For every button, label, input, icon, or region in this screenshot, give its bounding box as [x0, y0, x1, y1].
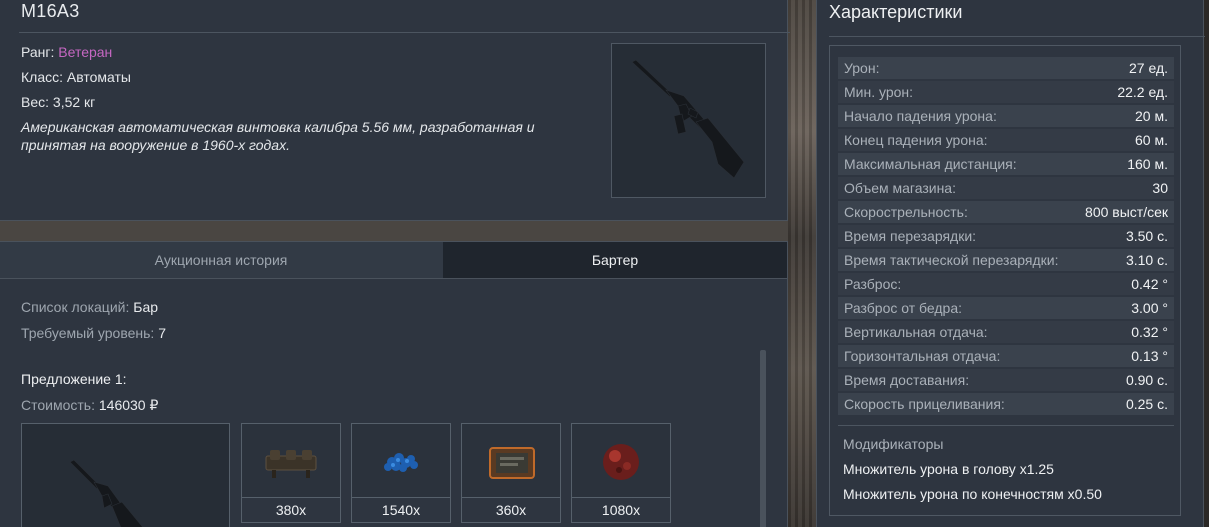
- item-info-panel: M16A3 Ранг: Ветеран Класс: Автоматы Вес:…: [0, 0, 790, 221]
- cost-label: Стоимость:: [21, 397, 95, 413]
- tab-barter[interactable]: Бартер: [443, 242, 787, 279]
- stat-row: Разброс от бедра: 3.00 °: [838, 297, 1174, 319]
- stat-row: Время доставания: 0.90 с.: [838, 369, 1174, 391]
- level-line: Требуемый уровень: 7: [21, 325, 166, 341]
- stat-label: Горизонтальная отдача:: [844, 348, 1001, 364]
- stat-label: Объем магазина:: [844, 180, 956, 196]
- stat-row: Объем магазина: 30: [838, 177, 1174, 199]
- barter-panel: Аукционная история Бартер Список локаций…: [0, 241, 788, 527]
- stat-label: Мин. урон:: [844, 84, 914, 100]
- cost-value: 146030 ₽: [98, 397, 159, 413]
- stat-value: 0.90 с.: [1125, 372, 1168, 388]
- stat-label: Скорострельность:: [844, 204, 968, 220]
- locations-line: Список локаций: Бар: [21, 299, 158, 315]
- stat-value: 30: [1152, 180, 1168, 196]
- stats-divider: [829, 36, 1205, 37]
- stat-value: 0.42 °: [1131, 276, 1168, 292]
- stat-value: 3.10 с.: [1125, 252, 1168, 268]
- stat-label: Разброс от бедра:: [844, 300, 962, 316]
- stat-value: 160 м.: [1127, 156, 1168, 172]
- stat-label: Разброс:: [844, 276, 902, 292]
- stat-row: Скорострельность: 800 выст/сек: [838, 201, 1174, 223]
- stat-row: Скорость прицеливания: 0.25 с.: [838, 393, 1174, 415]
- stat-value: 3.50 с.: [1125, 228, 1168, 244]
- barter-result-slot[interactable]: [21, 423, 230, 527]
- stat-label: Время тактической перезарядки:: [844, 252, 1059, 268]
- weight-line: Вес: 3,52 кг: [21, 94, 96, 110]
- tablet-device-icon: [462, 424, 560, 497]
- ingredient-qty: 1080x: [572, 497, 670, 522]
- tab-auction-history[interactable]: Аукционная история: [0, 242, 443, 279]
- stat-value: 0.32 °: [1131, 324, 1168, 340]
- rank-line: Ранг: Ветеран: [21, 44, 112, 60]
- ingredient-qty: 1540x: [352, 497, 450, 522]
- stats-panel: Характеристики Урон: 27 ед. Мин. урон: 22.…: [816, 0, 1205, 527]
- red-sphere-icon: [572, 424, 670, 497]
- stat-label: Время доставания:: [844, 372, 970, 388]
- device-box-icon: [242, 424, 340, 497]
- rank-label: Ранг:: [21, 44, 55, 60]
- ingredient-slot[interactable]: 1080x: [571, 423, 671, 523]
- ingredient-slot[interactable]: 380x: [241, 423, 341, 523]
- background-texture: [788, 0, 816, 527]
- modifier-line: Множитель урона по конечностям x0.50: [843, 486, 1102, 502]
- stat-row: Конец падения урона: 60 м.: [838, 129, 1174, 151]
- ingredient-slot[interactable]: 1540x: [351, 423, 451, 523]
- rifle-image: [69, 459, 143, 527]
- stat-label: Скорость прицеливания:: [844, 396, 1005, 412]
- stat-value: 60 м.: [1135, 132, 1168, 148]
- item-description: Американская автоматическая винтовка кал…: [21, 119, 535, 153]
- locations-label: Список локаций:: [21, 299, 130, 315]
- stat-value: 22.2 ед.: [1117, 84, 1168, 100]
- stat-row: Вертикальная отдача: 0.32 °: [838, 321, 1174, 343]
- stats-box: Урон: 27 ед. Мин. урон: 22.2 ед. Начало па…: [829, 45, 1181, 516]
- level-label: Требуемый уровень:: [21, 325, 155, 341]
- scrollbar[interactable]: [760, 350, 766, 527]
- stat-row: Максимальная дистанция: 160 м.: [838, 153, 1174, 175]
- stat-value: 800 выст/сек: [1085, 204, 1168, 220]
- stat-value: 0.13 °: [1131, 348, 1168, 364]
- stat-row: Мин. урон: 22.2 ед.: [838, 81, 1174, 103]
- stat-label: Начало падения урона:: [844, 108, 997, 124]
- rank-value: Ветеран: [58, 44, 113, 60]
- stat-row: Время тактической перезарядки: 3.10 с.: [838, 249, 1174, 271]
- ingredient-qty: 360x: [462, 497, 560, 522]
- rifle-image: [631, 59, 745, 179]
- stat-value: 3.00 °: [1131, 300, 1168, 316]
- stat-label: Максимальная дистанция:: [844, 156, 1017, 172]
- level-value: 7: [158, 325, 167, 341]
- cost-line: Стоимость: 146030 ₽: [21, 397, 158, 414]
- stat-row: Время перезарядки: 3.50 с.: [838, 225, 1174, 247]
- stat-value: 20 м.: [1135, 108, 1168, 124]
- stat-value: 27 ед.: [1129, 60, 1168, 76]
- stat-value: 0.25 с.: [1125, 396, 1168, 412]
- stat-label: Вертикальная отдача:: [844, 324, 988, 340]
- offer-title: Предложение 1:: [21, 371, 127, 387]
- stat-row: Разброс: 0.42 °: [838, 273, 1174, 295]
- ingredient-qty: 380x: [242, 497, 340, 522]
- stat-label: Урон:: [844, 60, 880, 76]
- item-name: M16A3: [21, 1, 80, 21]
- item-image: [611, 43, 766, 198]
- ingredient-slot[interactable]: 360x: [461, 423, 561, 523]
- blue-crystals-icon: [352, 424, 450, 497]
- stat-label: Время перезарядки:: [844, 228, 977, 244]
- stat-row: Урон: 27 ед.: [838, 57, 1174, 79]
- modifier-line: Множитель урона в голову x1.25: [843, 461, 1054, 477]
- title-divider: [19, 32, 790, 33]
- class-line: Класс: Автоматы: [21, 69, 131, 85]
- modifiers-title: Модификаторы: [843, 436, 944, 452]
- stat-row: Начало падения урона: 20 м.: [838, 105, 1174, 127]
- modifiers-divider: [838, 425, 1174, 426]
- stat-label: Конец падения урона:: [844, 132, 988, 148]
- stats-title: Характеристики: [829, 2, 963, 22]
- locations-value: Бар: [133, 299, 159, 315]
- stat-row: Горизонтальная отдача: 0.13 °: [838, 345, 1174, 367]
